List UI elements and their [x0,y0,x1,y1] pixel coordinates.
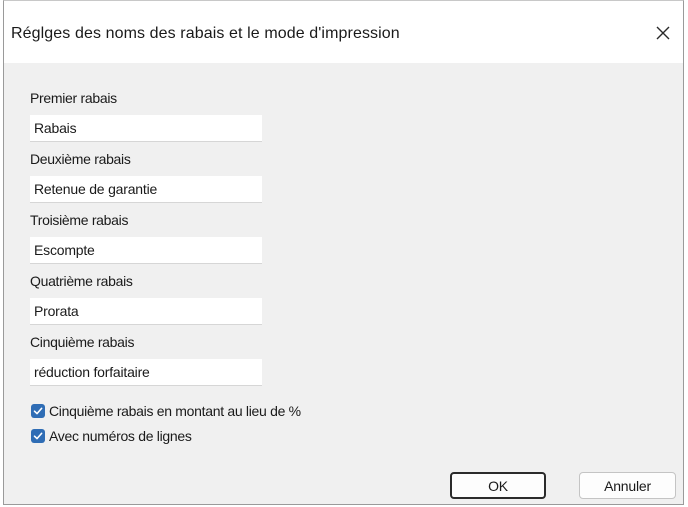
close-icon [656,26,670,40]
third-discount-label: Troisième rabais [30,212,129,228]
dialog-title: Réglges des noms des rabais et le mode d… [11,25,400,42]
third-discount-input[interactable] [30,237,262,264]
fourth-discount-label: Quatrième rabais [30,273,133,289]
second-discount-label: Deuxième rabais [30,151,131,167]
line-numbers-option[interactable]: Avec numéros de lignes [31,427,192,445]
title-bar: Réglges des noms des rabais et le mode d… [4,1,683,63]
fourth-discount-input[interactable] [30,298,262,325]
first-discount-input[interactable] [30,115,262,142]
checkmark-icon [33,407,43,415]
line-numbers-checkbox[interactable] [31,429,45,443]
settings-dialog: Réglges des noms des rabais et le mode d… [3,0,684,505]
amount-instead-of-percent-label: Cinquième rabais en montant au lieu de % [49,403,301,419]
amount-instead-of-percent-checkbox[interactable] [31,404,45,418]
checkmark-icon [33,432,43,440]
line-numbers-label: Avec numéros de lignes [49,428,192,444]
fifth-discount-label: Cinquième rabais [30,334,135,350]
close-button[interactable] [649,19,677,47]
ok-button[interactable]: OK [450,472,546,499]
cancel-button[interactable]: Annuler [579,472,676,499]
first-discount-label: Premier rabais [30,90,117,106]
fifth-discount-input[interactable] [30,359,262,386]
second-discount-input[interactable] [30,176,262,203]
amount-instead-of-percent-option[interactable]: Cinquième rabais en montant au lieu de % [31,402,301,420]
